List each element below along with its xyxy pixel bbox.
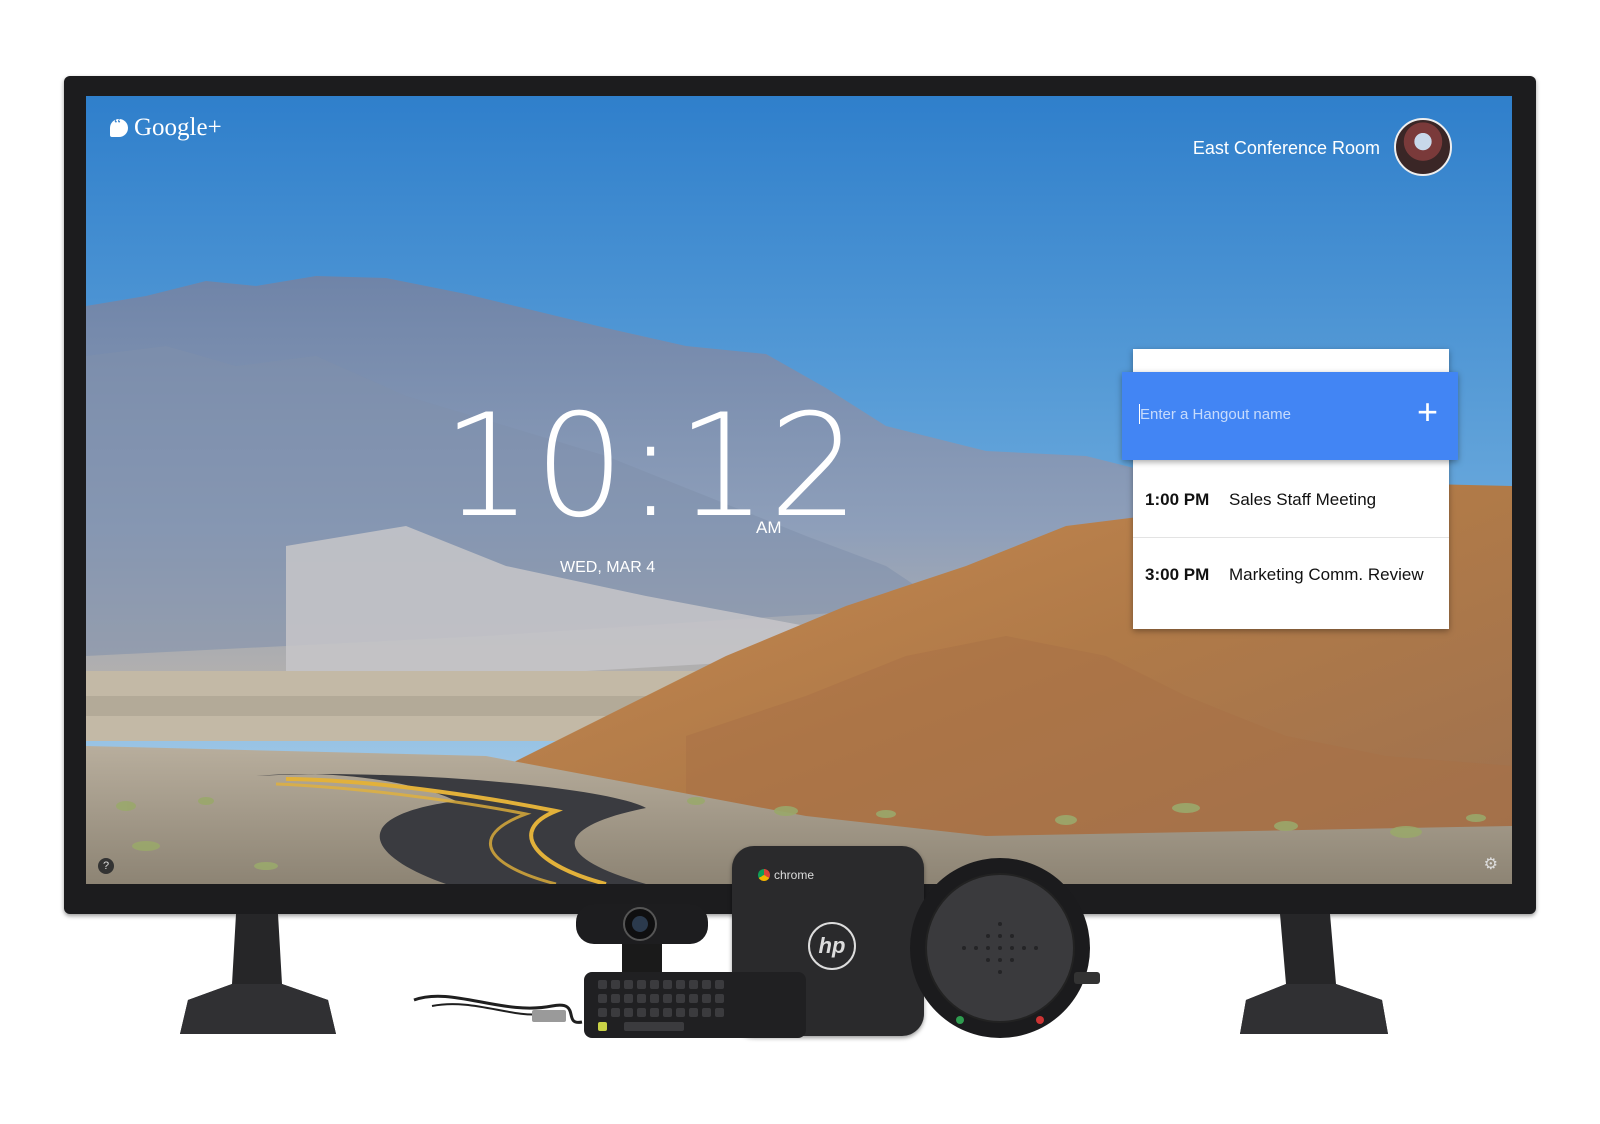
logo-text: Google+	[134, 114, 222, 141]
clock-date: WED, MAR 4	[560, 559, 656, 576]
chrome-badge: chrome	[758, 868, 814, 882]
chrome-label: chrome	[774, 868, 815, 882]
meeting-time: 3:00 PM	[1145, 565, 1210, 584]
meeting-item[interactable]: 1:00 PM Sales Staff Meeting	[1133, 463, 1449, 538]
meeting-title: Marketing Comm. Review	[1229, 565, 1424, 584]
meeting-time: 1:00 PM	[1145, 490, 1210, 509]
chrome-icon	[758, 869, 770, 881]
clock-time: 10:12	[442, 396, 861, 538]
meeting-title: Sales Staff Meeting	[1229, 490, 1377, 509]
clock-ampm: AM	[756, 518, 782, 537]
speakerphone	[910, 858, 1100, 1038]
keyboard-remote	[413, 972, 806, 1038]
gear-icon[interactable]: ⚙	[1484, 854, 1498, 874]
hangout-name-field[interactable]: Enter a Hangout name +	[1122, 372, 1458, 460]
monitor-stand-left	[180, 914, 336, 1034]
hangouts-icon	[110, 116, 128, 137]
room-name: East Conference Room	[1192, 138, 1380, 158]
clock-digits: 10:12	[442, 384, 862, 549]
google-plus-logo: Google+	[110, 114, 222, 142]
room-avatar[interactable]	[1394, 118, 1452, 176]
meeting-item[interactable]: 3:00 PM Marketing Comm. Review	[1133, 538, 1449, 612]
help-icon[interactable]: ?	[98, 858, 114, 874]
add-hangout-button[interactable]: +	[1417, 394, 1438, 430]
monitor-stand-right	[1240, 914, 1388, 1034]
hp-logo: hp	[808, 922, 856, 970]
hangout-name-placeholder: Enter a Hangout name	[1140, 406, 1291, 423]
